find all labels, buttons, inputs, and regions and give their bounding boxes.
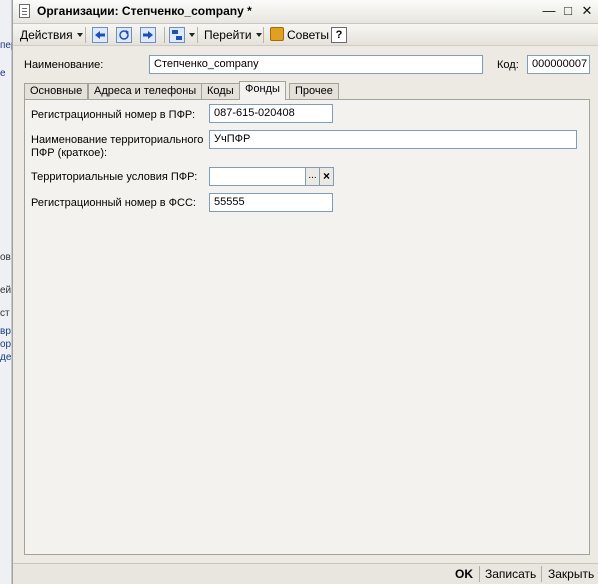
code-field[interactable]: 000000007 xyxy=(527,55,590,74)
tab-addresses-phones[interactable]: Адреса и телефоны xyxy=(88,83,203,99)
go-back-icon[interactable] xyxy=(92,27,108,43)
structure-icon[interactable] xyxy=(169,27,185,43)
close-window-button[interactable]: ✕ xyxy=(579,3,595,19)
territorial-conditions-field[interactable] xyxy=(209,167,306,186)
fss-reg-number-label: Регистрационный номер в ФСС: xyxy=(31,197,196,209)
close-button[interactable]: Закрыть xyxy=(548,566,594,582)
ok-button[interactable]: OK xyxy=(455,566,473,582)
toolbar: Действия Перейти Советы ? xyxy=(13,24,598,46)
clear-button[interactable]: × xyxy=(319,167,334,186)
toolbar-separator xyxy=(164,27,165,43)
bottom-separator xyxy=(541,566,542,582)
background-text: де xyxy=(0,352,12,363)
territorial-pfr-name-label: Наименование территориального xyxy=(31,134,204,146)
actions-menu-button[interactable]: Действия xyxy=(17,26,86,44)
tips-icon xyxy=(270,27,284,41)
tab-codes[interactable]: Коды xyxy=(201,83,240,99)
bottom-separator xyxy=(479,566,480,582)
pfr-reg-number-label: Регистрационный номер в ПФР: xyxy=(31,109,196,121)
document-icon xyxy=(19,4,30,18)
fss-reg-number-field[interactable]: 55555 xyxy=(209,193,333,212)
code-label: Код: xyxy=(497,59,519,71)
goto-label: Перейти xyxy=(204,28,252,42)
background-text: е xyxy=(0,68,6,79)
territorial-conditions-label: Территориальные условия ПФР: xyxy=(31,171,198,183)
help-button[interactable]: ? xyxy=(331,27,347,43)
tab-other[interactable]: Прочее xyxy=(289,83,339,99)
go-forward-icon[interactable] xyxy=(140,27,156,43)
toolbar-separator xyxy=(197,27,198,43)
actions-label: Действия xyxy=(20,28,73,42)
background-text: ор xyxy=(0,339,12,350)
tab-funds[interactable]: Фонды xyxy=(239,81,286,100)
goto-menu-button[interactable]: Перейти xyxy=(201,26,265,44)
organization-window: Организации: Степченко_company * — □ ✕ Д… xyxy=(12,0,598,584)
name-field[interactable]: Степченко_company xyxy=(149,55,483,74)
territorial-pfr-name-field[interactable]: УчПФР xyxy=(209,130,577,149)
tab-main[interactable]: Основные xyxy=(24,83,89,99)
maximize-button[interactable]: □ xyxy=(560,3,576,19)
tips-button[interactable]: Советы xyxy=(267,26,332,44)
refresh-icon[interactable] xyxy=(116,27,132,43)
title-bar: Организации: Степченко_company * — □ ✕ xyxy=(13,0,598,24)
background-text: ов xyxy=(0,252,11,263)
background-window: пер е ов ей ст вр ор де xyxy=(0,0,17,584)
chevron-down-icon xyxy=(76,33,83,37)
background-text: ст xyxy=(0,308,10,319)
minimize-button[interactable]: — xyxy=(541,3,557,19)
chevron-down-icon[interactable] xyxy=(189,33,195,37)
toolbar-separator xyxy=(263,27,264,43)
pfr-reg-number-field[interactable]: 087-615-020408 xyxy=(209,104,333,123)
window-title: Организации: Степченко_company * xyxy=(37,4,252,18)
select-button[interactable]: ... xyxy=(305,167,320,186)
toolbar-separator xyxy=(85,27,86,43)
save-button[interactable]: Записать xyxy=(485,566,536,582)
territorial-pfr-name-label-2: ПФР (краткое): xyxy=(31,147,108,159)
tips-label: Советы xyxy=(287,28,329,42)
background-text: вр xyxy=(0,326,11,337)
name-label: Наименование: xyxy=(24,59,104,71)
chevron-down-icon xyxy=(255,33,262,37)
background-text: ей xyxy=(0,285,12,296)
